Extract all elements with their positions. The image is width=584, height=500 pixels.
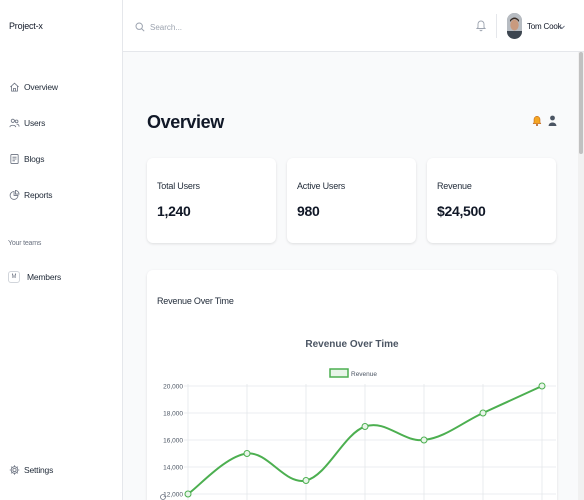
stat-card-revenue: Revenue $24,500 (427, 158, 556, 243)
legend-swatch (329, 368, 349, 378)
avatar[interactable] (507, 13, 522, 39)
page-title: Overview (147, 112, 224, 132)
legend-label: Revenue (351, 371, 377, 378)
stat-value: $24,500 (437, 203, 486, 219)
app-root: Project-x Overview Users Blogs Reports Y… (0, 0, 584, 500)
data-point (361, 423, 369, 430)
home-icon (8, 80, 20, 94)
sidebar-item-label: Members (27, 272, 62, 282)
search-icon (135, 22, 145, 32)
scrollbar-thumb[interactable] (579, 52, 583, 154)
brand-logo[interactable]: Project-x (9, 21, 43, 31)
topbar: Tom Cook (123, 0, 584, 52)
sidebar-item-reports[interactable]: Reports (8, 186, 53, 204)
user-icon[interactable] (548, 114, 557, 127)
stat-card-total-users: Total Users 1,240 (147, 158, 276, 243)
y-tick-label: 20,000 (163, 384, 183, 391)
chevron-down-icon[interactable] (558, 23, 566, 31)
data-point (243, 450, 251, 457)
stat-label: Active Users (297, 181, 346, 191)
chart-title: Revenue Over Time (305, 339, 399, 350)
teams-section-title: Your teams (8, 240, 42, 247)
stat-label: Revenue (437, 181, 472, 191)
sidebar-item-label: Users (24, 118, 46, 128)
data-point (302, 477, 310, 484)
search-bar (135, 19, 335, 35)
bell-icon[interactable] (532, 114, 542, 127)
sidebar-item-settings[interactable]: Settings (8, 461, 53, 479)
topbar-divider (496, 14, 497, 38)
revenue-line-chart[interactable]: 20,00018,00016,00014,00012,000Revenue Ov… (147, 270, 557, 500)
notification-bell-icon[interactable] (475, 18, 487, 32)
document-icon (8, 152, 20, 166)
y-tick-label: 18,000 (163, 411, 183, 418)
revenue-panel: Revenue Over Time 20,000 18,000 16,000 14,0… (147, 270, 557, 500)
sidebar-item-members[interactable]: M Members (8, 268, 61, 286)
data-point (479, 409, 487, 417)
user-name[interactable]: Tom Cook (527, 22, 562, 31)
pie-chart-icon (8, 188, 20, 202)
stat-label: Total Users (157, 181, 200, 191)
y-tick-label: 12,000 (163, 492, 183, 499)
sidebar-item-label: Blogs (24, 154, 45, 164)
search-input[interactable] (150, 22, 320, 32)
sidebar-item-label: Overview (24, 82, 58, 92)
users-icon (8, 116, 20, 130)
stat-value: 1,240 (157, 203, 191, 219)
data-point (420, 436, 428, 444)
data-point (538, 382, 546, 390)
stat-value: 980 (297, 203, 320, 219)
stat-card-active-users: Active Users 980 (287, 158, 416, 243)
sidebar-item-overview[interactable]: Overview (8, 78, 58, 96)
gear-icon (8, 463, 20, 477)
data-point (184, 490, 192, 498)
sidebar-item-blogs[interactable]: Blogs (8, 150, 44, 168)
sidebar-item-users[interactable]: Users (8, 114, 45, 132)
sidebar: Project-x Overview Users Blogs Reports Y… (0, 0, 123, 500)
sidebar-item-label: Settings (24, 465, 54, 475)
avatar-photo (507, 13, 522, 39)
y-tick-label: 14,000 (163, 465, 183, 472)
y-tick-label: 16,000 (163, 438, 183, 445)
sidebar-item-label: Reports (24, 190, 53, 200)
team-badge: M (8, 271, 20, 283)
